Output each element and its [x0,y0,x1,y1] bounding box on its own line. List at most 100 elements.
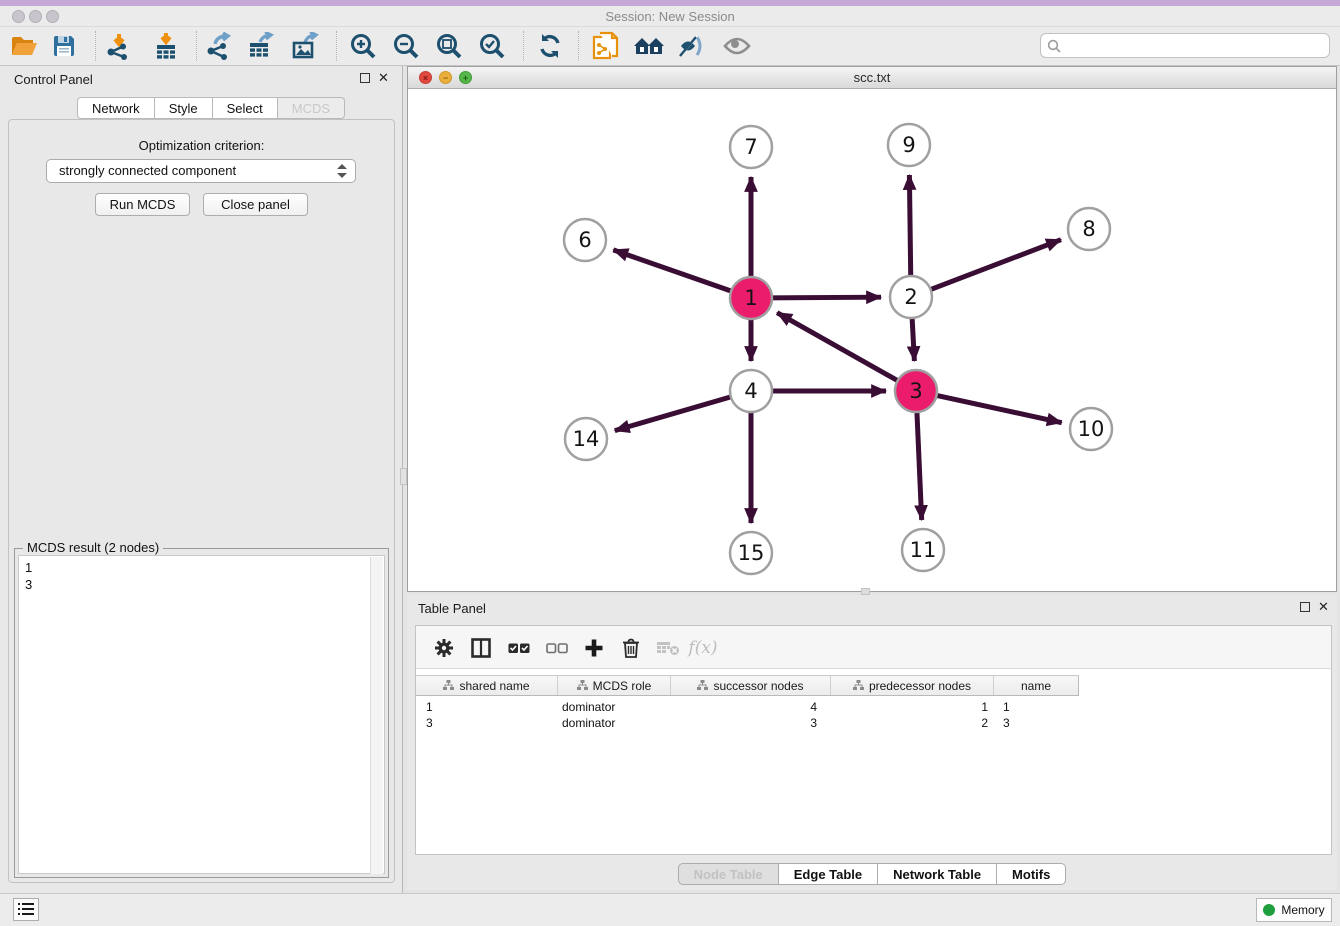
tab-style[interactable]: Style [155,97,213,119]
zoom-out-button[interactable] [388,29,424,63]
tab-node-table[interactable]: Node Table [678,863,779,885]
close-panel-icon[interactable]: ✕ [378,70,389,86]
graph-edge-2-8[interactable] [927,240,1061,291]
gear-button[interactable] [429,633,459,663]
add-column-button[interactable] [579,633,609,663]
function-builder-button[interactable]: f(x) [688,633,718,663]
splitter-grip[interactable] [400,468,407,485]
close-table-panel-icon[interactable]: ✕ [1318,599,1329,615]
hide-details-button[interactable] [719,29,755,63]
graph-edge-2-9[interactable] [909,175,910,280]
cell-shared-name: 3 [426,715,546,731]
import-network-button[interactable] [101,29,137,63]
graph-edge-3-11[interactable] [917,408,922,520]
clear-table-icon [656,640,680,656]
open-session-button[interactable] [6,29,42,63]
tab-network[interactable]: Network [77,97,155,119]
tab-motifs[interactable]: Motifs [997,863,1066,885]
column-header-predecessor-nodes[interactable]: predecessor nodes [831,676,994,695]
graph-node-label-4: 4 [744,379,757,403]
search-input[interactable] [1065,39,1329,53]
mcds-panel: Optimization criterion: strongly connect… [8,119,395,883]
task-history-button[interactable] [13,898,39,921]
graph-node-label-7: 7 [744,135,757,159]
network-overview-icon [592,31,620,61]
control-panel-header: Control Panel ✕ [0,66,402,92]
zoom-fit-button[interactable] [431,29,467,63]
mcds-result-text[interactable]: 1 3 [18,555,385,874]
application-window: Session: New Session [0,0,1340,926]
tab-edge-table[interactable]: Edge Table [779,863,878,885]
sort-hierarchy-icon [577,680,588,691]
tab-select[interactable]: Select [213,97,278,119]
cell-name: 3 [1003,715,1073,731]
column-label: name [1021,679,1051,693]
graph-node-label-8: 8 [1082,217,1095,241]
graph-edge-3-10[interactable] [933,395,1062,423]
zoom-selected-button[interactable] [474,29,510,63]
float-table-panel-icon[interactable] [1300,602,1310,612]
zoom-in-button[interactable] [345,29,381,63]
sort-hierarchy-icon [443,680,454,691]
save-session-button[interactable] [46,29,82,63]
close-panel-button[interactable]: Close panel [203,193,308,216]
network-window-titlebar[interactable]: × − + scc.txt [408,67,1336,89]
toolbar-separator [196,31,197,61]
cell-successor-nodes: 4 [671,699,817,715]
table-toolbar: f(x) [416,626,1331,669]
columns-button[interactable] [466,633,496,663]
graph-edge-1-2[interactable] [768,297,881,298]
tab-mcds[interactable]: MCDS [278,97,345,119]
criterion-select[interactable]: strongly connected component [46,159,356,183]
network-view-window: × − + scc.txt 1234678910111415 [407,66,1337,592]
list-icon [18,903,34,916]
network-overview-button[interactable] [588,29,624,63]
status-bar: Memory [0,893,1340,926]
memory-button[interactable]: Memory [1256,898,1332,922]
graph-edge-3-1[interactable] [777,313,901,383]
result-line: 3 [25,576,378,593]
select-all-button[interactable] [504,633,534,663]
graph-edge-4-14[interactable] [615,396,735,431]
column-header-name[interactable]: name [994,676,1079,695]
home-layout-button[interactable] [631,29,667,63]
column-header-mcds-role[interactable]: MCDS role [558,676,671,695]
table-panel-header: Table Panel ✕ [407,595,1337,621]
memory-status-icon [1263,904,1275,916]
table-row[interactable]: 3 dominator 3 2 3 [416,715,1333,731]
export-table-button[interactable] [244,29,280,63]
run-mcds-button[interactable]: Run MCDS [95,193,190,216]
splitter-grip-horizontal[interactable] [861,588,870,595]
result-line: 1 [25,559,378,576]
refresh-button[interactable] [532,29,568,63]
optimization-criterion-label: Optimization criterion: [9,138,394,153]
import-table-button[interactable] [148,29,184,63]
window-title: Session: New Session [0,9,1340,24]
tab-network-table[interactable]: Network Table [878,863,997,885]
toggle-graphics-button[interactable] [674,29,710,63]
open-folder-icon [10,33,38,59]
deselect-all-button[interactable] [542,633,572,663]
graph-edge-1-6[interactable] [613,250,735,292]
search-field[interactable] [1040,33,1330,58]
eye-icon [722,35,752,57]
graph-node-label-6: 6 [578,228,591,252]
export-image-button[interactable] [288,29,324,63]
table-row[interactable]: 1 dominator 4 1 1 [416,699,1333,715]
result-scrollbar[interactable] [370,557,383,874]
column-label: shared name [459,679,529,693]
export-network-button[interactable] [201,29,237,63]
graph-node-label-1: 1 [744,286,757,310]
node-table-container: f(x) shared name MCDS role successor nod… [415,625,1332,855]
table-panel-title: Table Panel [418,601,486,616]
column-header-shared-name[interactable]: shared name [416,676,558,695]
graph-edge-2-3[interactable] [912,314,915,361]
select-chevrons-icon [337,162,347,180]
cell-mcds-role: dominator [562,715,662,731]
clear-table-button[interactable] [653,633,683,663]
network-graph-canvas[interactable]: 1234678910111415 [408,89,1336,591]
table-panel: Table Panel ✕ [407,595,1337,890]
float-panel-icon[interactable] [360,73,370,83]
delete-column-button[interactable] [616,633,646,663]
column-header-successor-nodes[interactable]: successor nodes [671,676,831,695]
